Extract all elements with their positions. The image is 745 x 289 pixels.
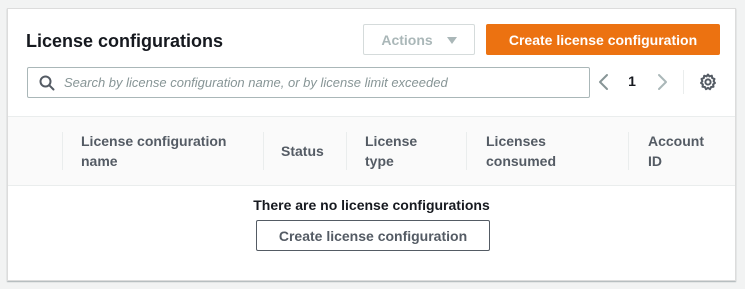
column-header-license-configuration-name[interactable]: License configuration name [81,117,256,185]
search-field[interactable] [27,67,590,98]
empty-state-message: There are no license configurations [253,197,490,213]
search-input[interactable] [64,75,584,90]
search-icon [39,75,55,90]
page-number[interactable]: 1 [625,73,639,89]
column-header-licenses-consumed[interactable]: Licenses consumed [486,117,576,185]
create-license-configuration-button[interactable]: Create license configuration [486,24,720,55]
column-divider [628,132,629,170]
chevron-left-icon[interactable] [596,72,612,92]
column-header-status[interactable]: Status [281,117,345,185]
column-header-account-id[interactable]: Account ID [648,117,718,185]
column-divider [263,132,264,170]
empty-state-create-button[interactable]: Create license configuration [256,220,490,251]
caret-down-icon [446,37,457,44]
column-divider [62,132,63,170]
gear-icon[interactable] [699,73,717,91]
license-configurations-panel: License configurations Actions Create li… [7,8,736,281]
page-title: License configurations [26,31,224,51]
chevron-right-icon[interactable] [654,72,670,92]
column-divider [466,132,467,170]
table-header: License configuration name Status Licens… [8,116,735,186]
column-divider [346,132,347,170]
pager-divider [683,70,684,94]
column-header-license-type[interactable]: License type [365,117,445,185]
actions-dropdown-button[interactable]: Actions [363,24,475,55]
actions-label: Actions [381,31,433,48]
